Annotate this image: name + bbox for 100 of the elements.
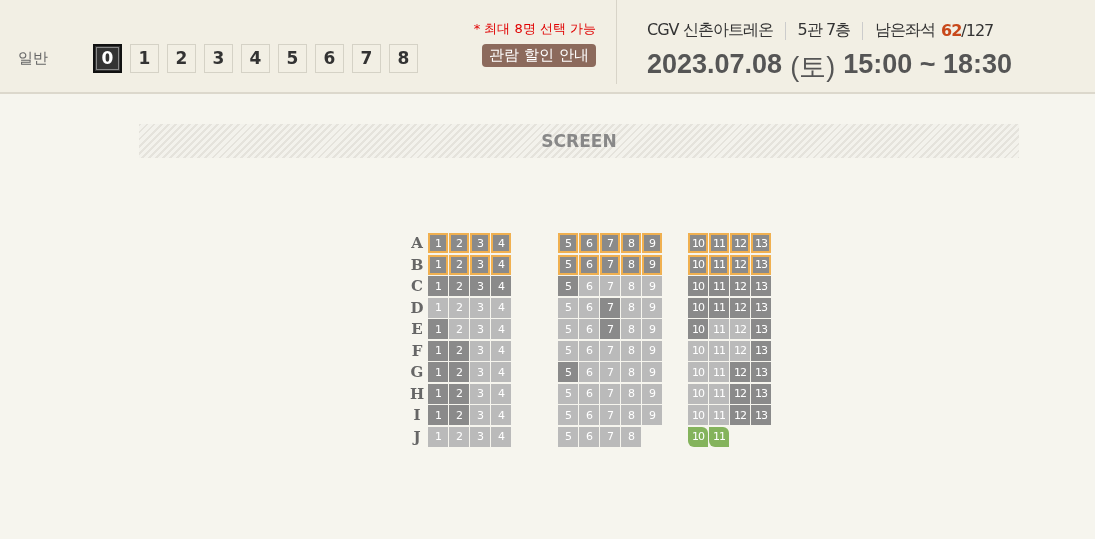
seat[interactable]: 6 <box>579 426 599 447</box>
seat[interactable]: 13 <box>751 254 771 275</box>
seat[interactable]: 3 <box>470 254 490 275</box>
seat[interactable]: 5 <box>558 362 578 383</box>
seat[interactable]: 8 <box>621 297 641 318</box>
seat[interactable]: 5 <box>558 426 578 447</box>
seat[interactable]: 8 <box>621 426 641 447</box>
quantity-button[interactable]: 0 <box>93 43 122 73</box>
seat[interactable]: 13 <box>751 362 771 383</box>
seat[interactable]: 11 <box>709 383 729 404</box>
seat[interactable]: 7 <box>600 319 620 340</box>
seat[interactable]: 12 <box>730 254 750 275</box>
seat[interactable]: 4 <box>491 383 511 404</box>
seat[interactable]: 4 <box>491 254 511 275</box>
seat[interactable]: 1 <box>428 319 448 340</box>
seat[interactable]: 6 <box>579 405 599 426</box>
seat[interactable]: 11 <box>709 426 729 447</box>
seat[interactable]: 4 <box>491 319 511 340</box>
seat[interactable]: 1 <box>428 297 448 318</box>
seat[interactable]: 9 <box>642 362 662 383</box>
seat[interactable]: 12 <box>730 362 750 383</box>
seat[interactable]: 3 <box>470 383 490 404</box>
seat[interactable]: 11 <box>709 297 729 318</box>
seat[interactable]: 4 <box>491 276 511 297</box>
seat[interactable]: 7 <box>600 383 620 404</box>
quantity-button[interactable]: 7 <box>352 43 381 73</box>
seat[interactable]: 11 <box>709 340 729 361</box>
seat[interactable]: 10 <box>688 405 708 426</box>
seat[interactable]: 1 <box>428 426 448 447</box>
seat[interactable]: 13 <box>751 233 771 254</box>
seat[interactable]: 5 <box>558 405 578 426</box>
seat[interactable]: 7 <box>600 362 620 383</box>
seat[interactable]: 5 <box>558 254 578 275</box>
quantity-button[interactable]: 5 <box>278 43 307 73</box>
seat[interactable]: 5 <box>558 319 578 340</box>
seat[interactable]: 11 <box>709 254 729 275</box>
seat[interactable]: 5 <box>558 340 578 361</box>
seat[interactable]: 3 <box>470 426 490 447</box>
seat[interactable]: 9 <box>642 254 662 275</box>
seat[interactable]: 13 <box>751 297 771 318</box>
seat[interactable]: 9 <box>642 405 662 426</box>
seat[interactable]: 4 <box>491 340 511 361</box>
seat[interactable]: 8 <box>621 383 641 404</box>
seat[interactable]: 6 <box>579 233 599 254</box>
seat[interactable]: 6 <box>579 319 599 340</box>
seat[interactable]: 9 <box>642 383 662 404</box>
seat[interactable]: 4 <box>491 297 511 318</box>
seat[interactable]: 9 <box>642 297 662 318</box>
seat[interactable]: 4 <box>491 426 511 447</box>
seat[interactable]: 8 <box>621 254 641 275</box>
seat[interactable]: 6 <box>579 340 599 361</box>
seat[interactable]: 9 <box>642 276 662 297</box>
seat[interactable]: 1 <box>428 276 448 297</box>
seat[interactable]: 2 <box>449 383 469 404</box>
seat[interactable]: 8 <box>621 276 641 297</box>
seat[interactable]: 10 <box>688 340 708 361</box>
seat[interactable]: 7 <box>600 405 620 426</box>
seat[interactable]: 9 <box>642 340 662 361</box>
seat[interactable]: 6 <box>579 254 599 275</box>
seat[interactable]: 4 <box>491 405 511 426</box>
seat[interactable]: 8 <box>621 340 641 361</box>
seat[interactable]: 2 <box>449 426 469 447</box>
seat[interactable]: 3 <box>470 362 490 383</box>
seat[interactable]: 7 <box>600 340 620 361</box>
seat[interactable]: 9 <box>642 319 662 340</box>
seat[interactable]: 1 <box>428 340 448 361</box>
seat[interactable]: 8 <box>621 319 641 340</box>
seat[interactable]: 9 <box>642 233 662 254</box>
quantity-button[interactable]: 6 <box>315 43 344 73</box>
seat[interactable]: 11 <box>709 405 729 426</box>
seat[interactable]: 10 <box>688 362 708 383</box>
seat[interactable]: 7 <box>600 426 620 447</box>
seat[interactable]: 2 <box>449 362 469 383</box>
seat[interactable]: 10 <box>688 383 708 404</box>
seat[interactable]: 12 <box>730 276 750 297</box>
seat[interactable]: 13 <box>751 405 771 426</box>
seat[interactable]: 12 <box>730 233 750 254</box>
quantity-button[interactable]: 3 <box>204 43 233 73</box>
seat[interactable]: 6 <box>579 276 599 297</box>
seat[interactable]: 5 <box>558 276 578 297</box>
seat[interactable]: 2 <box>449 319 469 340</box>
seat[interactable]: 2 <box>449 405 469 426</box>
seat[interactable]: 12 <box>730 297 750 318</box>
seat[interactable]: 5 <box>558 233 578 254</box>
seat[interactable]: 2 <box>449 276 469 297</box>
seat[interactable]: 7 <box>600 297 620 318</box>
seat[interactable]: 3 <box>470 340 490 361</box>
seat[interactable]: 11 <box>709 319 729 340</box>
quantity-button[interactable]: 1 <box>130 43 159 73</box>
seat[interactable]: 7 <box>600 276 620 297</box>
seat[interactable]: 10 <box>688 233 708 254</box>
seat[interactable]: 2 <box>449 233 469 254</box>
seat[interactable]: 3 <box>470 405 490 426</box>
seat[interactable]: 1 <box>428 254 448 275</box>
seat[interactable]: 3 <box>470 276 490 297</box>
seat[interactable]: 13 <box>751 276 771 297</box>
seat[interactable]: 5 <box>558 297 578 318</box>
seat[interactable]: 2 <box>449 297 469 318</box>
seat[interactable]: 12 <box>730 383 750 404</box>
seat[interactable]: 6 <box>579 383 599 404</box>
